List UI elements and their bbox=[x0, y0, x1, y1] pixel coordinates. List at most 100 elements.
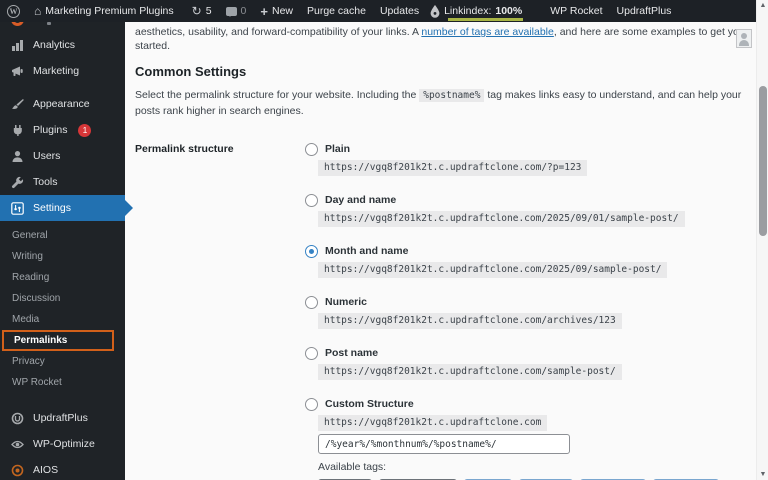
permalink-structure-label: Permalink structure bbox=[135, 143, 234, 155]
description-paragraph: Select the permalink structure for your … bbox=[135, 88, 748, 118]
updraftplus-menu[interactable]: UpdraftPlus bbox=[610, 0, 679, 22]
clipped-plugin-label bbox=[47, 22, 51, 25]
common-settings-heading: Common Settings bbox=[135, 64, 247, 79]
wp-rocket-menu[interactable]: WP Rocket bbox=[543, 0, 609, 22]
option-label[interactable]: Post name bbox=[325, 347, 378, 359]
comment-count: 0 bbox=[240, 5, 247, 17]
sidebar-item-analytics[interactable]: Analytics bbox=[0, 32, 125, 58]
comments-menu[interactable]: 0 bbox=[219, 0, 254, 22]
sidebar-item-settings[interactable]: Settings bbox=[0, 195, 125, 221]
intro-text: aesthetics, usability, and forward-compa… bbox=[135, 26, 422, 38]
user-icon bbox=[10, 149, 24, 163]
plus-icon: + bbox=[260, 3, 268, 19]
sidebar-item-marketing[interactable]: Marketing bbox=[0, 58, 125, 84]
vertical-scrollbar[interactable]: ▲ ▼ bbox=[756, 0, 768, 480]
linkindex-value: 100% bbox=[495, 5, 523, 17]
submenu-label: Reading bbox=[12, 272, 50, 283]
submenu-label: General bbox=[12, 230, 48, 241]
option-label[interactable]: Numeric bbox=[325, 296, 367, 308]
wp-optimize-icon bbox=[10, 437, 24, 451]
tags-available-link[interactable]: number of tags are available bbox=[421, 26, 554, 38]
updates-label: Updates bbox=[379, 5, 420, 17]
site-name-menu[interactable]: ⌂ Marketing Premium Plugins bbox=[27, 0, 181, 22]
permalink-structure-row: Permalink structure Plain https://vgq8f2… bbox=[135, 142, 748, 480]
month-and-name-radio[interactable] bbox=[305, 244, 318, 258]
numeric-radio[interactable] bbox=[305, 295, 318, 309]
submenu-item-discussion[interactable]: Discussion bbox=[0, 288, 125, 309]
admin-bar: W ⌂ Marketing Premium Plugins ↻ 5 0 + Ne… bbox=[0, 0, 756, 22]
submenu-item-reading[interactable]: Reading bbox=[0, 267, 125, 288]
linkindex-progress-bar bbox=[448, 18, 524, 21]
example-url: https://vgq8f201k2t.c.updraftclone.com/2… bbox=[318, 262, 668, 278]
option-post-name: Post name https://vgq8f201k2t.c.updraftc… bbox=[305, 346, 748, 380]
submenu-item-general[interactable]: General bbox=[0, 225, 125, 246]
option-day-and-name: Day and name https://vgq8f201k2t.c.updra… bbox=[305, 193, 748, 227]
site-name-label: Marketing Premium Plugins bbox=[45, 5, 174, 17]
desc-text: Select the permalink structure for your … bbox=[135, 89, 420, 101]
submenu-label: Discussion bbox=[12, 293, 61, 304]
brush-icon bbox=[10, 97, 24, 111]
example-url: https://vgq8f201k2t.c.updraftclone.com/a… bbox=[318, 313, 622, 329]
scroll-down-arrow[interactable]: ▼ bbox=[757, 471, 768, 478]
sidebar-item-appearance[interactable]: Appearance bbox=[0, 91, 125, 117]
comment-icon bbox=[225, 6, 237, 17]
updates-menu[interactable]: Updates bbox=[373, 0, 426, 22]
custom-structure-radio[interactable] bbox=[305, 397, 318, 411]
submenu-item-writing[interactable]: Writing bbox=[0, 246, 125, 267]
sidebar-item-users[interactable]: Users bbox=[0, 143, 125, 169]
option-label[interactable]: Day and name bbox=[325, 194, 396, 206]
permalinks-settings-content: aesthetics, usability, and forward-compa… bbox=[125, 22, 756, 480]
sidebar-item-plugins[interactable]: Plugins 1 bbox=[0, 117, 125, 143]
sidebar-item-tools[interactable]: Tools bbox=[0, 169, 125, 195]
scrollbar-thumb[interactable] bbox=[759, 86, 767, 236]
option-numeric: Numeric https://vgq8f201k2t.c.updraftclo… bbox=[305, 295, 748, 329]
wp-rocket-label: WP Rocket bbox=[550, 5, 603, 17]
wordpress-admin-screen: W ⌂ Marketing Premium Plugins ↻ 5 0 + Ne… bbox=[0, 0, 768, 480]
droplet-icon bbox=[430, 4, 440, 18]
sidebar-item-label: AIOS bbox=[33, 464, 59, 476]
sidebar-item-aios[interactable]: AIOS bbox=[0, 457, 125, 480]
sidebar-item-updraftplus[interactable]: UpdraftPlus bbox=[0, 405, 125, 431]
submenu-label: Media bbox=[12, 314, 40, 325]
wordpress-logo-menu[interactable]: W bbox=[0, 0, 27, 22]
megaphone-icon bbox=[10, 64, 24, 78]
submenu-label: WP Rocket bbox=[12, 377, 62, 388]
option-label[interactable]: Month and name bbox=[325, 245, 408, 257]
scroll-up-arrow[interactable]: ▲ bbox=[757, 2, 768, 9]
bar-chart-icon bbox=[10, 38, 24, 52]
purge-cache-label: Purge cache bbox=[307, 5, 366, 17]
submenu-label: Writing bbox=[12, 251, 43, 262]
custom-structure-input[interactable] bbox=[318, 434, 570, 454]
updates-count-menu[interactable]: ↻ 5 bbox=[185, 0, 219, 22]
sidebar-item-wp-optimize[interactable]: WP-Optimize bbox=[0, 431, 125, 457]
submenu-item-privacy[interactable]: Privacy bbox=[0, 351, 125, 372]
linkindex-menu[interactable]: Linkindex: 100% bbox=[426, 0, 529, 22]
person-icon bbox=[741, 33, 747, 39]
example-url: https://vgq8f201k2t.c.updraftclone.com/2… bbox=[318, 211, 685, 227]
intro-paragraph: aesthetics, usability, and forward-compa… bbox=[135, 25, 748, 53]
updraftplus-icon bbox=[10, 411, 24, 425]
permalink-options: Plain https://vgq8f201k2t.c.updraftclone… bbox=[305, 142, 748, 480]
new-content-menu[interactable]: + New bbox=[253, 0, 300, 22]
day-and-name-radio[interactable] bbox=[305, 193, 318, 207]
sidebar-item-label: Marketing bbox=[33, 65, 80, 77]
site-url-prefix: https://vgq8f201k2t.c.updraftclone.com bbox=[318, 415, 548, 431]
post-name-radio[interactable] bbox=[305, 346, 318, 360]
aios-shield-icon bbox=[10, 463, 24, 477]
submenu-item-permalinks[interactable]: Permalinks bbox=[2, 330, 114, 351]
plain-radio[interactable] bbox=[305, 142, 318, 156]
sidebar-separator bbox=[0, 84, 125, 91]
sidebar-item-clipped[interactable] bbox=[0, 22, 125, 32]
submenu-item-media[interactable]: Media bbox=[0, 309, 125, 330]
option-label[interactable]: Custom Structure bbox=[325, 398, 414, 410]
submenu-item-wp-rocket[interactable]: WP Rocket bbox=[0, 372, 125, 393]
updraftplus-label: UpdraftPlus bbox=[616, 5, 672, 17]
clipped-plugin-icon bbox=[11, 22, 24, 26]
option-label[interactable]: Plain bbox=[325, 143, 350, 155]
update-count: 5 bbox=[205, 5, 212, 17]
purge-cache-menu[interactable]: Purge cache bbox=[300, 0, 373, 22]
sliders-icon bbox=[10, 201, 24, 215]
sidebar-bottom-group: UpdraftPlus WP-Optimize AIOS bbox=[0, 405, 125, 480]
sidebar-item-label: Appearance bbox=[33, 98, 90, 110]
admin-sidebar: Analytics Marketing Appearance Plugins 1 bbox=[0, 22, 125, 480]
